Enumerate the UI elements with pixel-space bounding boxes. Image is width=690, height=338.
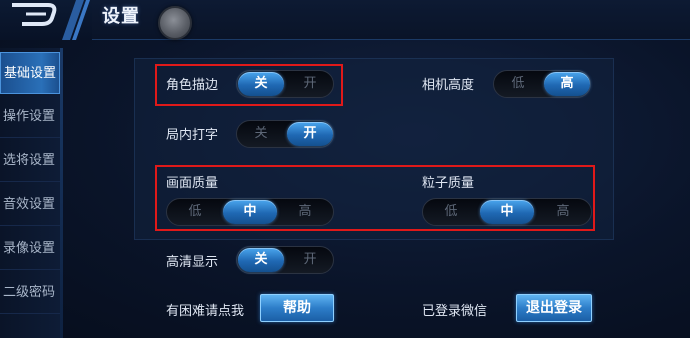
particle-quality-label: 粒子质量 <box>422 176 475 191</box>
back-arrow-icon <box>12 3 57 26</box>
camera-height-option-low[interactable]: 低 <box>495 72 541 96</box>
outline-toggle[interactable]: 关 开 <box>236 70 334 98</box>
hd-display-label: 高清显示 <box>166 255 219 270</box>
sidebar-item-label: 音效设置 <box>3 197 56 212</box>
sidebar-item-label: 选将设置 <box>3 153 56 168</box>
inner-typing-toggle[interactable]: 关 开 <box>236 120 334 148</box>
page-title: 设置 <box>102 6 140 27</box>
camera-height-toggle[interactable]: 低 高 <box>493 70 591 98</box>
help-button[interactable]: 帮助 <box>260 294 334 322</box>
particle-quality-option-low[interactable]: 低 <box>424 200 478 224</box>
particle-quality-option-mid[interactable]: 中 <box>480 200 534 224</box>
help-label: 有困难请点我 <box>166 304 245 319</box>
sidebar-item-label: 基础设置 <box>4 66 57 81</box>
sidebar-divider <box>60 48 63 338</box>
hd-display-toggle[interactable]: 关 开 <box>236 246 334 274</box>
sidebar-item-operation[interactable]: 操作设置 <box>0 96 60 138</box>
particle-quality-toggle[interactable]: 低 中 高 <box>422 198 592 226</box>
logout-button[interactable]: 退出登录 <box>516 294 592 322</box>
sidebar-item-password[interactable]: 二级密码 <box>0 272 60 314</box>
picture-quality-option-low[interactable]: 低 <box>168 200 222 224</box>
inner-typing-option-off[interactable]: 关 <box>238 122 284 146</box>
picture-quality-label: 画面质量 <box>166 176 219 191</box>
sidebar-item-sound[interactable]: 音效设置 <box>0 184 60 226</box>
outline-option-off[interactable]: 关 <box>238 72 284 96</box>
header-divider-icon <box>62 0 90 40</box>
particle-quality-option-high[interactable]: 高 <box>536 200 590 224</box>
picture-quality-toggle[interactable]: 低 中 高 <box>166 198 334 226</box>
hd-display-option-on[interactable]: 开 <box>287 248 333 272</box>
camera-height-label: 相机高度 <box>422 78 475 93</box>
sidebar-item-label: 操作设置 <box>3 109 56 124</box>
outline-option-on[interactable]: 开 <box>287 72 333 96</box>
sidebar-item-hero-select[interactable]: 选将设置 <box>0 140 60 182</box>
hd-display-option-off[interactable]: 关 <box>238 248 284 272</box>
inner-typing-option-on[interactable]: 开 <box>287 122 333 146</box>
inner-typing-label: 局内打字 <box>166 128 219 143</box>
sidebar-item-replay[interactable]: 录像设置 <box>0 228 60 270</box>
outline-label: 角色描边 <box>166 78 219 93</box>
camera-height-option-high[interactable]: 高 <box>544 72 590 96</box>
picture-quality-option-high[interactable]: 高 <box>278 200 332 224</box>
picture-quality-option-mid[interactable]: 中 <box>223 200 277 224</box>
round-menu-button[interactable] <box>158 6 192 40</box>
sidebar-item-basic[interactable]: 基础设置 <box>0 52 60 94</box>
wechat-label: 已登录微信 <box>422 304 488 319</box>
sidebar-item-label: 录像设置 <box>3 241 56 256</box>
sidebar-item-label: 二级密码 <box>3 285 56 300</box>
